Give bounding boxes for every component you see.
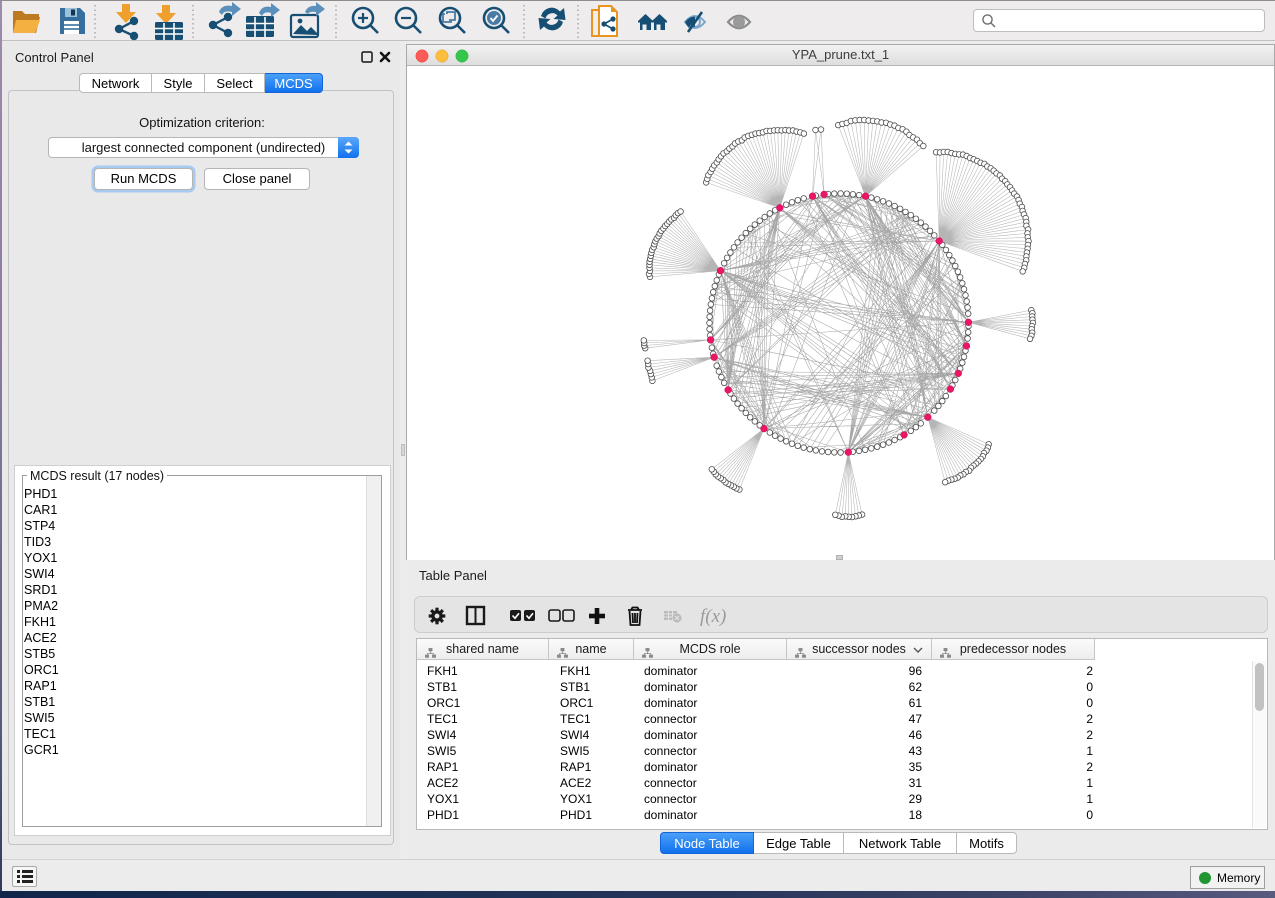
svg-text:f(x): f(x) [700,606,726,627]
